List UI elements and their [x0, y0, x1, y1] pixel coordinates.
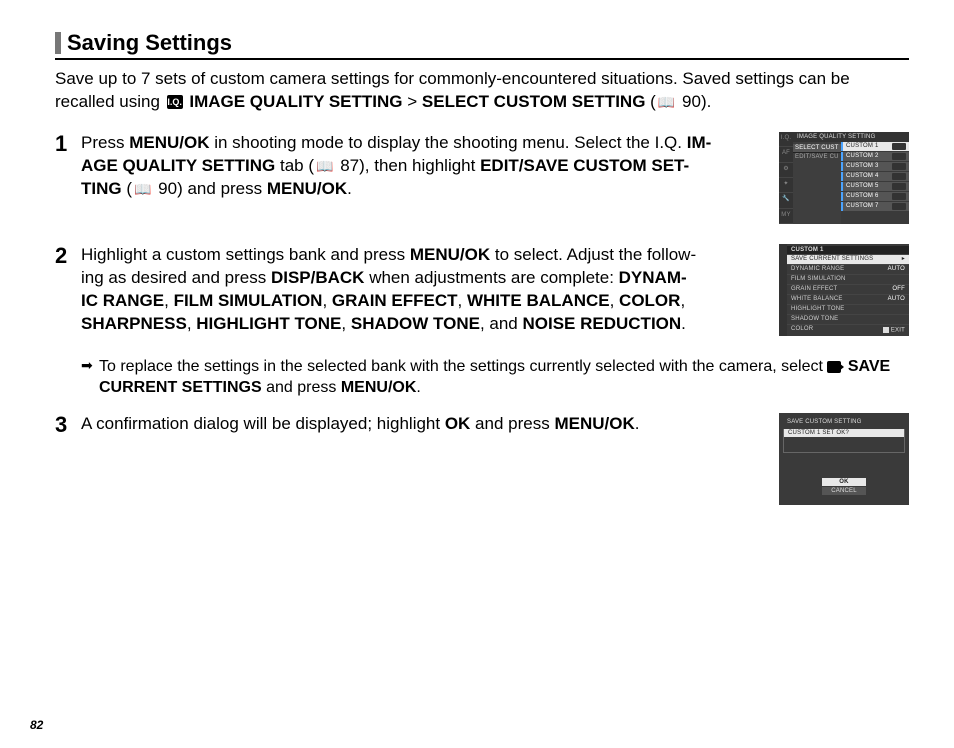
- screen3-ok: OK: [822, 478, 866, 486]
- save-icon: [827, 361, 841, 373]
- section-heading: Saving Settings: [55, 30, 909, 60]
- step-2: 2 Highlight a custom settings bank and p…: [55, 244, 909, 336]
- step-2-text: Highlight a custom settings bank and pre…: [81, 244, 769, 336]
- intro-paragraph: Save up to 7 sets of custom camera setti…: [55, 68, 909, 114]
- image-quality-icon: I.Q.: [167, 95, 183, 109]
- step-2-screenshot: CUSTOM 1 SAVE CURRENT SETTINGS▸DYNAMIC R…: [779, 244, 909, 336]
- screen2-rows: SAVE CURRENT SETTINGS▸DYNAMIC RANGEAUTOF…: [787, 254, 909, 334]
- bullet-arrow-icon: ➡: [81, 356, 99, 375]
- heading-bar-icon: [55, 32, 61, 54]
- step-1-number: 1: [55, 132, 81, 156]
- screen2-row: DYNAMIC RANGEAUTO: [787, 264, 909, 274]
- screen1-row: CUSTOM 2: [841, 152, 909, 161]
- step-3-screenshot: SAVE CUSTOM SETTING CUSTOM 1 SET OK? OK …: [779, 413, 909, 505]
- screen3-title: SAVE CUSTOM SETTING: [783, 417, 905, 427]
- screen2-row: SAVE CURRENT SETTINGS▸: [787, 254, 909, 264]
- image-quality-icon: I.Q.: [655, 133, 682, 152]
- screen3-cancel: CANCEL: [822, 487, 866, 495]
- step-1: 1 Press MENU/OK in shooting mode to disp…: [55, 132, 909, 224]
- screen1-row: CUSTOM 6: [841, 192, 909, 201]
- step-1-text: Press MENU/OK in shooting mode to displa…: [81, 132, 769, 201]
- intro-page-ref: 90: [682, 92, 701, 111]
- screen2-exit: EXIT: [883, 327, 905, 334]
- screen1-title: IMAGE QUALITY SETTING: [793, 132, 909, 142]
- page-number: 82: [30, 718, 43, 732]
- iq-label: IMAGE QUALITY SETTING: [189, 92, 402, 111]
- step-2-sub: ➡ To replace the settings in the selecte…: [81, 356, 909, 399]
- intro-close: ).: [701, 92, 711, 111]
- screen1-row: CUSTOM 7: [841, 202, 909, 211]
- screen2-row: HIGHLIGHT TONE: [787, 304, 909, 314]
- screen1-sidebar: I.Q.AF⚙✦🔧MY: [779, 132, 793, 224]
- page-ref-icon: 📖: [658, 94, 675, 110]
- intro-tail: (: [650, 92, 656, 111]
- screen1-row: CUSTOM 3: [841, 162, 909, 171]
- page-ref-icon: 📖: [134, 181, 151, 197]
- step-2-number: 2: [55, 244, 81, 268]
- step-3-number: 3: [55, 413, 81, 437]
- step-3-text: A confirmation dialog will be displayed;…: [81, 413, 769, 436]
- screen1-custom-list: CUSTOM 1CUSTOM 2CUSTOM 3CUSTOM 4CUSTOM 5…: [841, 132, 909, 224]
- screen1-row: CUSTOM 1: [841, 142, 909, 151]
- screen1-row: CUSTOM 5: [841, 182, 909, 191]
- arrow-sep: >: [407, 92, 422, 111]
- section-title-text: Saving Settings: [67, 30, 232, 56]
- step-3: 3 A confirmation dialog will be displaye…: [55, 413, 909, 505]
- screen3-question: CUSTOM 1 SET OK?: [784, 429, 904, 437]
- step-1-screenshot: IMAGE QUALITY SETTING I.Q.AF⚙✦🔧MY SELECT…: [779, 132, 909, 224]
- screen2-row: GRAIN EFFECTOFF: [787, 284, 909, 294]
- screen1-left: SELECT CUST EDIT/SAVE CU: [793, 132, 841, 224]
- page-ref-icon: 📖: [316, 158, 333, 174]
- select-custom-label: SELECT CUSTOM SETTING: [422, 92, 646, 111]
- screen1-row: CUSTOM 4: [841, 172, 909, 181]
- screen2-row: WHITE BALANCEAUTO: [787, 294, 909, 304]
- screen2-row: SHADOW TONE: [787, 314, 909, 324]
- screen2-row: FILM SIMULATION: [787, 274, 909, 284]
- screen2-title: CUSTOM 1: [787, 246, 909, 254]
